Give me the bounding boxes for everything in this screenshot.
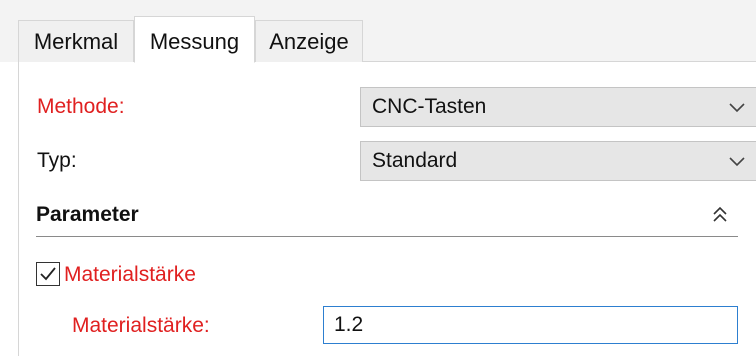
chevron-down-icon bbox=[729, 157, 745, 167]
materialstaerke-checkbox-label[interactable]: Materialstärke bbox=[64, 262, 196, 288]
methode-label: Methode: bbox=[37, 95, 125, 118]
tab-merkmal[interactable]: Merkmal bbox=[18, 20, 134, 62]
chevron-down-icon bbox=[729, 103, 745, 113]
methode-select-value: CNC-Tasten bbox=[372, 95, 487, 118]
materialstaerke-checkbox[interactable] bbox=[36, 262, 60, 286]
parameter-section-title: Parameter bbox=[36, 203, 139, 226]
tab-messung[interactable]: Messung bbox=[134, 16, 255, 63]
typ-select-value: Standard bbox=[372, 149, 458, 172]
chevron-double-up-icon[interactable] bbox=[710, 204, 730, 226]
tab-anzeige[interactable]: Anzeige bbox=[255, 20, 363, 62]
materialstaerke-input-label: Materialstärke: bbox=[72, 314, 210, 337]
check-icon bbox=[40, 267, 56, 281]
section-divider bbox=[36, 236, 738, 237]
typ-label: Typ: bbox=[37, 149, 77, 172]
materialstaerke-input[interactable] bbox=[323, 306, 738, 344]
typ-select[interactable]: Standard bbox=[360, 141, 756, 181]
methode-select[interactable]: CNC-Tasten bbox=[360, 87, 756, 127]
